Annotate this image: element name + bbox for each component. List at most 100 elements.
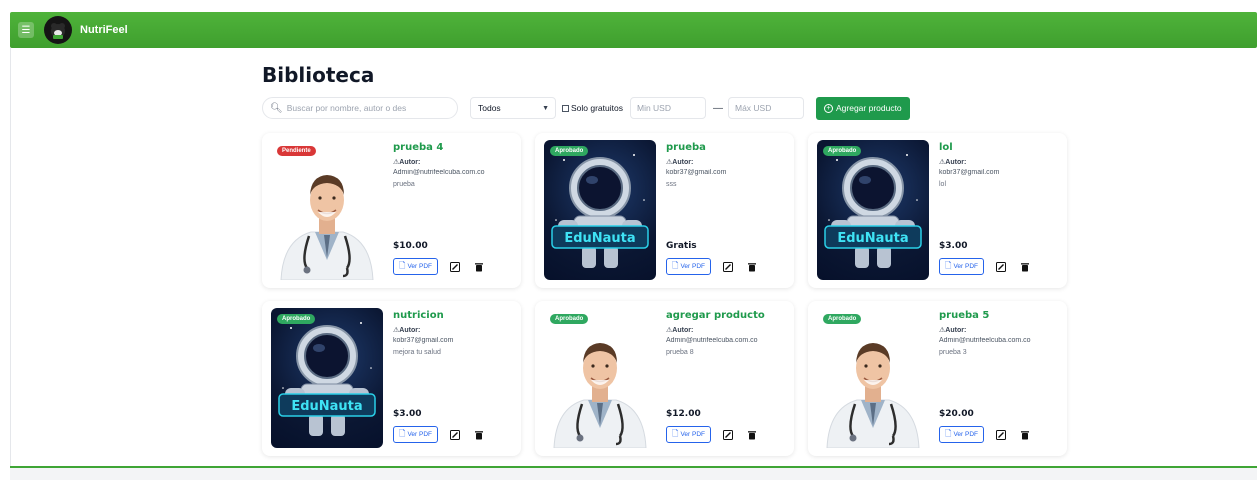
product-card[interactable]: Pendiente prueba 4 ⚠︎Autor: Admin@nutrif…: [262, 133, 521, 288]
product-name[interactable]: agregar producto: [666, 310, 796, 321]
product-card[interactable]: Aprobado EduNauta lol ⚠︎Autor: kobr37@gm…: [808, 133, 1067, 288]
status-badge: Aprobado: [550, 314, 589, 324]
product-description: prueba 3: [939, 349, 967, 356]
view-pdf-button[interactable]: 🗋︎ Ver PDF: [666, 258, 711, 275]
author-email: Admin@nutrifeelcuba.com.co: [393, 169, 485, 176]
free-only-filter[interactable]: Solo gratuitos: [562, 103, 623, 113]
document-icon: 🗋︎: [672, 428, 679, 438]
edit-icon[interactable]: [448, 260, 462, 274]
status-badge: Aprobado: [823, 314, 862, 324]
card-actions: 🗋︎ Ver PDF: [939, 258, 1032, 275]
author-email: Admin@nutrifeelcuba.com.co: [666, 337, 758, 344]
document-icon: 🗋︎: [945, 260, 952, 270]
author-email: kobr37@gmail.com: [666, 169, 727, 176]
author-label: ⚠︎Autor:: [666, 326, 796, 334]
add-product-button[interactable]: + Agregar producto: [815, 96, 910, 120]
product-price: $12.00: [666, 409, 701, 419]
product-thumbnail[interactable]: Aprobado EduNauta: [544, 140, 656, 280]
edit-icon[interactable]: [994, 260, 1008, 274]
top-bar: ☰ NutriFeel: [10, 12, 1257, 48]
edit-icon[interactable]: [994, 428, 1008, 442]
view-pdf-button[interactable]: 🗋︎ Ver PDF: [939, 258, 984, 275]
product-info: prueba ⚠︎Autor: kobr37@gmail.com sss: [666, 142, 796, 188]
doctor-image: [817, 308, 929, 448]
author-label-text: Autor:: [672, 327, 694, 334]
product-description: prueba 8: [666, 349, 694, 356]
search-input[interactable]: 🔍︎ Buscar por nombre, autor o des: [262, 97, 458, 119]
free-only-label: Solo gratuitos: [571, 103, 623, 113]
product-description: mejora tu salud: [393, 349, 441, 356]
category-select[interactable]: Todos ▼: [470, 97, 556, 119]
svg-text:EduNauta: EduNauta: [837, 231, 908, 246]
author-label-text: Autor:: [945, 159, 967, 166]
product-card[interactable]: Aprobado agregar producto ⚠︎Autor: Admin…: [535, 301, 794, 456]
trash-icon[interactable]: [745, 428, 759, 442]
author-email: kobr37@gmail.com: [939, 169, 1000, 176]
author-label-text: Autor:: [945, 327, 967, 334]
product-thumbnail[interactable]: Aprobado EduNauta: [271, 308, 383, 448]
product-description: sss: [666, 181, 677, 188]
trash-icon[interactable]: [472, 428, 486, 442]
product-price: $3.00: [939, 241, 968, 251]
min-price-input[interactable]: Min USD: [629, 97, 706, 119]
status-badge: Aprobado: [823, 146, 862, 156]
edit-icon[interactable]: [721, 260, 735, 274]
product-thumbnail[interactable]: Aprobado EduNauta: [817, 140, 929, 280]
author-label: ⚠︎Autor:: [939, 326, 1069, 334]
product-name[interactable]: prueba 4: [393, 142, 523, 153]
plus-circle-icon: +: [823, 103, 833, 113]
product-card[interactable]: Aprobado EduNauta nutricion ⚠︎Autor: kob…: [262, 301, 521, 456]
add-product-label: Agregar producto: [835, 103, 902, 113]
product-card[interactable]: Aprobado prueba 5 ⚠︎Autor: Admin@nutrife…: [808, 301, 1067, 456]
doctor-image: [544, 308, 656, 448]
view-pdf-button[interactable]: 🗋︎ Ver PDF: [666, 426, 711, 443]
card-actions: 🗋︎ Ver PDF: [666, 258, 759, 275]
trash-icon[interactable]: [472, 260, 486, 274]
author-label: ⚠︎Autor:: [939, 158, 1069, 166]
card-actions: 🗋︎ Ver PDF: [393, 258, 486, 275]
max-price-placeholder: Máx USD: [734, 103, 772, 113]
document-icon: 🗋︎: [399, 428, 406, 438]
nutrifeel-logo[interactable]: [44, 16, 72, 44]
view-pdf-label: Ver PDF: [953, 263, 978, 270]
edit-icon[interactable]: [721, 428, 735, 442]
author-email: kobr37@gmail.com: [393, 337, 454, 344]
trash-icon[interactable]: [1018, 260, 1032, 274]
svg-text:EduNauta: EduNauta: [291, 399, 362, 414]
view-pdf-button[interactable]: 🗋︎ Ver PDF: [393, 426, 438, 443]
product-thumbnail[interactable]: Aprobado: [544, 308, 656, 448]
view-pdf-label: Ver PDF: [680, 263, 705, 270]
search-icon: 🔍︎: [270, 102, 283, 114]
product-name[interactable]: lol: [939, 142, 1069, 153]
view-pdf-button[interactable]: 🗋︎ Ver PDF: [393, 258, 438, 275]
product-card[interactable]: Aprobado EduNauta prueba ⚠︎Autor: kobr37…: [535, 133, 794, 288]
product-name[interactable]: prueba 5: [939, 310, 1069, 321]
hamburger-menu-icon[interactable]: ☰: [18, 22, 34, 38]
product-name[interactable]: nutricion: [393, 310, 523, 321]
view-pdf-button[interactable]: 🗋︎ Ver PDF: [939, 426, 984, 443]
author-label: ⚠︎Autor:: [393, 158, 523, 166]
product-name[interactable]: prueba: [666, 142, 796, 153]
footer-bar: [10, 468, 1257, 480]
product-info: nutricion ⚠︎Autor: kobr37@gmail.com mejo…: [393, 310, 523, 356]
product-price: $3.00: [393, 409, 422, 419]
edit-icon[interactable]: [448, 428, 462, 442]
min-price-placeholder: Min USD: [636, 103, 671, 113]
max-price-input[interactable]: Máx USD: [727, 97, 804, 119]
product-thumbnail[interactable]: Pendiente: [271, 140, 383, 280]
product-info: lol ⚠︎Autor: kobr37@gmail.com lol: [939, 142, 1069, 188]
document-icon: 🗋︎: [672, 260, 679, 270]
trash-icon[interactable]: [1018, 428, 1032, 442]
view-pdf-label: Ver PDF: [680, 431, 705, 438]
view-pdf-label: Ver PDF: [953, 431, 978, 438]
status-badge: Pendiente: [277, 146, 316, 156]
product-info: prueba 4 ⚠︎Autor: Admin@nutrifeelcuba.co…: [393, 142, 523, 188]
card-actions: 🗋︎ Ver PDF: [939, 426, 1032, 443]
edunauta-image: EduNauta: [551, 154, 649, 268]
product-price: $20.00: [939, 409, 974, 419]
search-placeholder: Buscar por nombre, autor o des: [286, 103, 407, 113]
product-thumbnail[interactable]: Aprobado: [817, 308, 929, 448]
free-only-checkbox[interactable]: [562, 104, 569, 112]
edunauta-image: EduNauta: [824, 154, 922, 268]
trash-icon[interactable]: [745, 260, 759, 274]
